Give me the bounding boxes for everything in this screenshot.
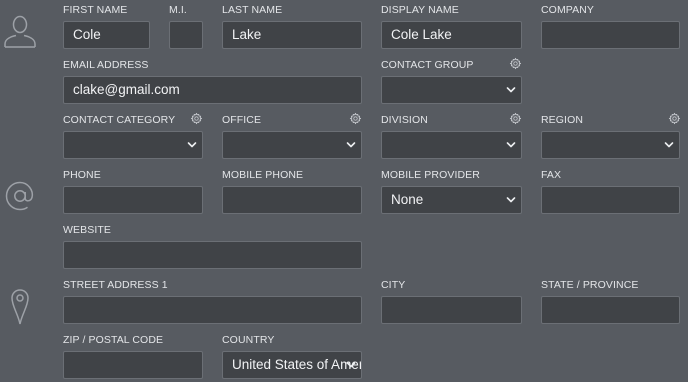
office-gear-icon[interactable] xyxy=(349,112,362,125)
last-name-label: LAST NAME xyxy=(222,4,283,16)
chevron-down-icon xyxy=(346,141,356,149)
state-province-field[interactable] xyxy=(541,296,680,324)
contact-group-select[interactable] xyxy=(381,76,522,104)
first-name-label: FIRST NAME xyxy=(63,4,128,16)
at-sign-icon xyxy=(5,181,34,211)
website-field[interactable] xyxy=(63,241,362,269)
region-select[interactable] xyxy=(541,131,680,159)
street-address-1-field[interactable] xyxy=(63,296,362,324)
last-name-field[interactable]: Lake xyxy=(222,21,362,49)
mobile-phone-label: MOBILE PHONE xyxy=(222,169,304,181)
chevron-down-icon xyxy=(506,196,516,204)
office-label: OFFICE xyxy=(222,114,262,126)
display-name-label: DISPLAY NAME xyxy=(381,4,459,16)
person-icon xyxy=(4,15,36,48)
map-pin-icon xyxy=(11,289,29,325)
zip-postal-code-field[interactable] xyxy=(63,351,203,379)
city-field[interactable] xyxy=(381,296,522,324)
first-name-field[interactable]: Cole xyxy=(63,21,150,49)
email-field[interactable]: clake@gmail.com xyxy=(63,76,362,104)
division-gear-icon[interactable] xyxy=(509,112,522,125)
phone-field[interactable] xyxy=(63,186,203,214)
chevron-down-icon xyxy=(506,141,516,149)
region-gear-icon[interactable] xyxy=(668,112,681,125)
mobile-provider-value: None xyxy=(391,192,424,207)
mobile-phone-field[interactable] xyxy=(222,186,362,214)
chevron-down-icon xyxy=(187,141,197,149)
display-name-field[interactable]: Cole Lake xyxy=(381,21,522,49)
contact-group-gear-icon[interactable] xyxy=(509,57,522,70)
company-field[interactable] xyxy=(541,21,680,49)
city-label: CITY xyxy=(381,279,406,291)
street-address-1-label: STREET ADDRESS 1 xyxy=(63,279,168,291)
contact-category-label: CONTACT CATEGORY xyxy=(63,114,176,126)
mobile-provider-label: MOBILE PROVIDER xyxy=(381,169,480,181)
contact-category-gear-icon[interactable] xyxy=(190,112,203,125)
contact-category-select[interactable] xyxy=(63,131,203,159)
chevron-down-icon xyxy=(346,361,356,369)
fax-field[interactable] xyxy=(541,186,680,214)
chevron-down-icon xyxy=(664,141,674,149)
contact-group-label: CONTACT GROUP xyxy=(381,59,474,71)
mi-label: M.I. xyxy=(169,4,187,16)
fax-label: FAX xyxy=(541,169,562,181)
division-label: DIVISION xyxy=(381,114,428,126)
mi-field[interactable] xyxy=(169,21,203,49)
mobile-provider-select[interactable]: None xyxy=(381,186,522,214)
website-label: WEBSITE xyxy=(63,224,111,236)
state-province-label: STATE / PROVINCE xyxy=(541,279,639,291)
phone-label: PHONE xyxy=(63,169,101,181)
country-select[interactable]: United States of America xyxy=(222,351,362,379)
company-label: COMPANY xyxy=(541,4,595,16)
zip-postal-code-label: ZIP / POSTAL CODE xyxy=(63,334,164,346)
office-select[interactable] xyxy=(222,131,362,159)
division-select[interactable] xyxy=(381,131,522,159)
email-label: EMAIL ADDRESS xyxy=(63,59,149,71)
region-label: REGION xyxy=(541,114,584,126)
chevron-down-icon xyxy=(506,86,516,94)
country-value: United States of America xyxy=(232,357,361,372)
country-label: COUNTRY xyxy=(222,334,275,346)
